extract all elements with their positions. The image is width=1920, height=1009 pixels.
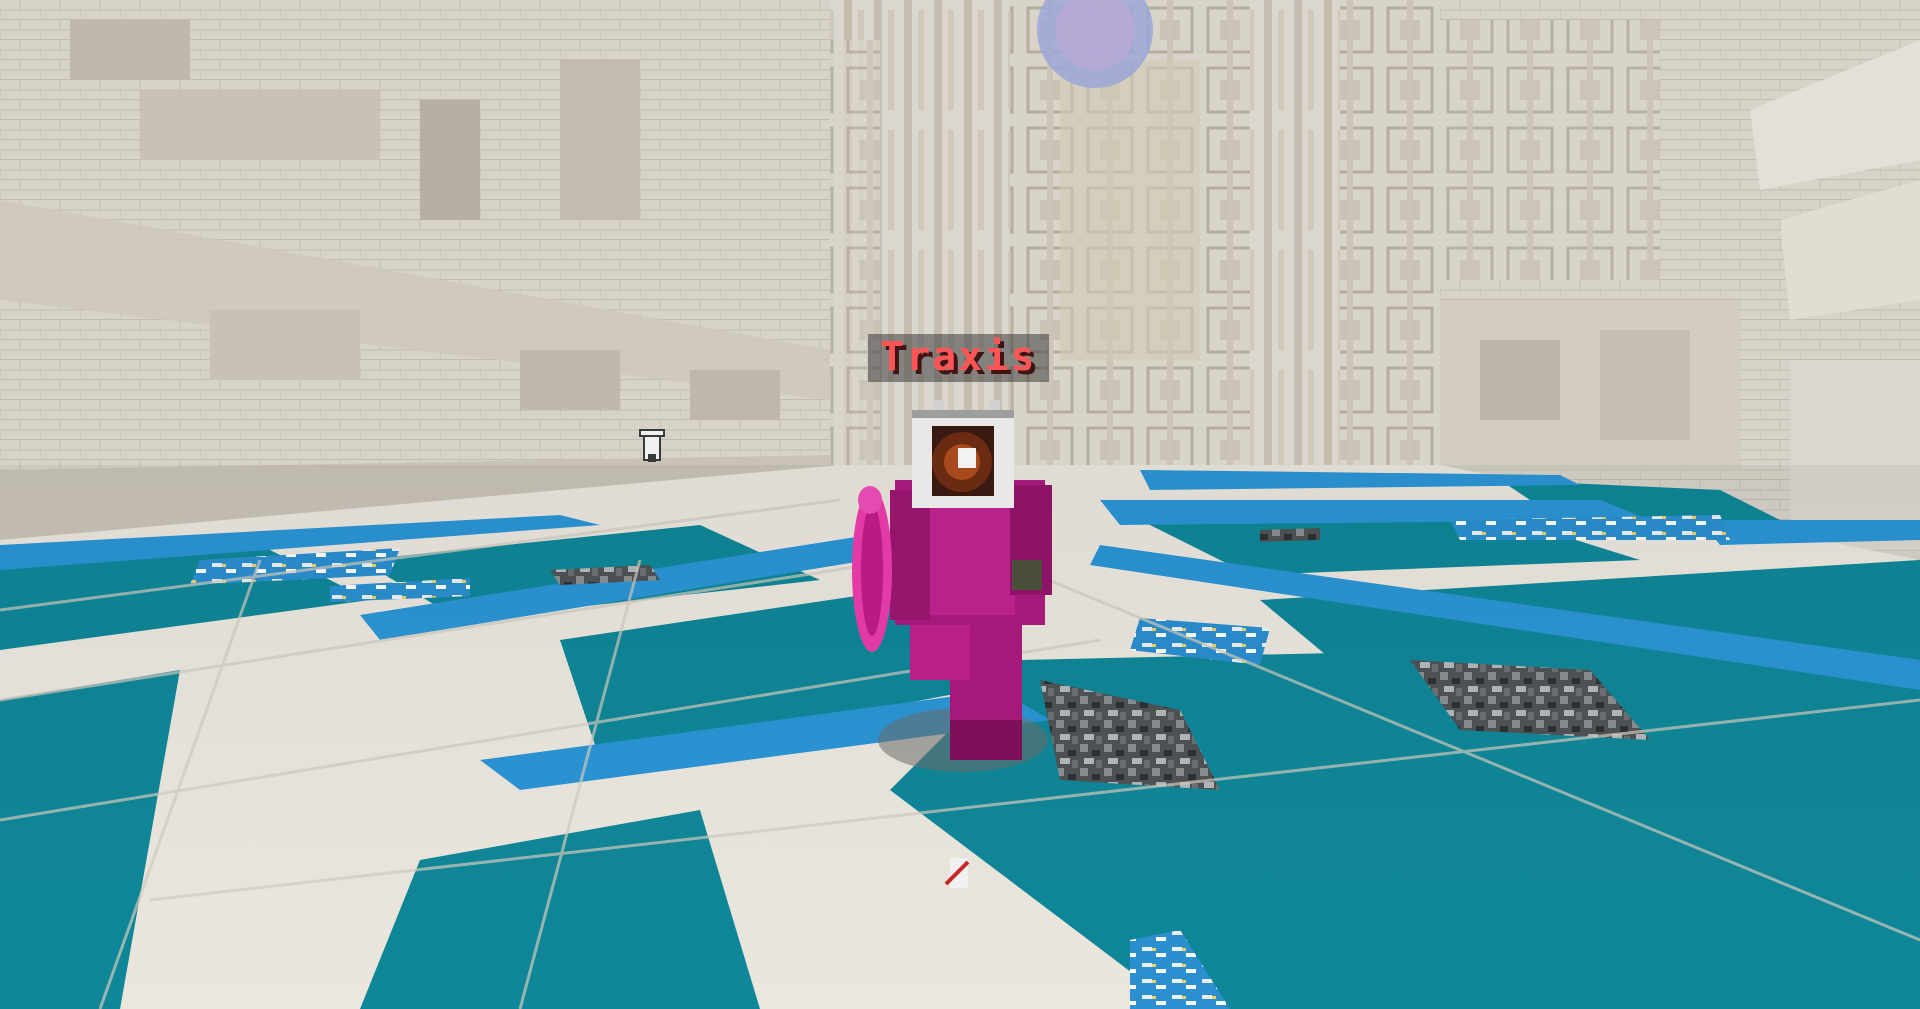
player-head-icon [912,400,1014,508]
banner-item-icon[interactable] [639,429,665,462]
back-wall [780,0,1510,470]
player-nametag: Traxis [868,334,1049,382]
game-scene [0,0,1920,1009]
player-name: Traxis [880,334,1037,380]
